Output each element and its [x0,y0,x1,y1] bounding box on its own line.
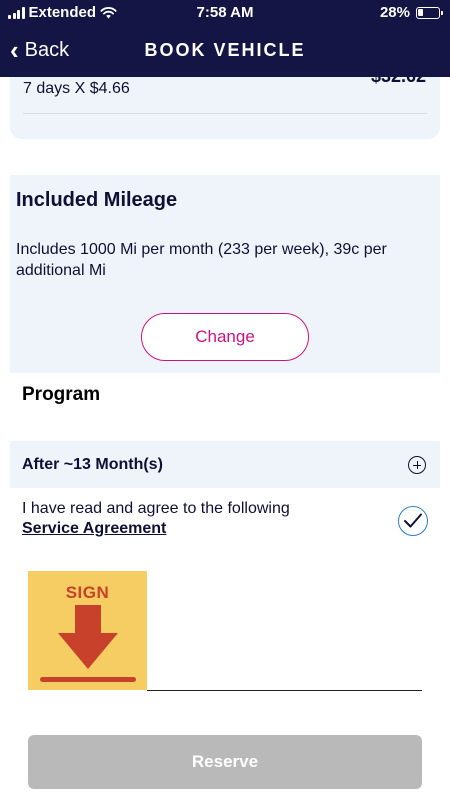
checkmark-icon [404,513,422,528]
mileage-description: Includes 1000 Mi per month (233 per week… [16,241,387,279]
plus-circle-icon[interactable] [408,456,426,474]
included-mileage-section: Included Mileage Includes 1000 Mi per mo… [10,175,440,373]
price-rate-line: 7 days X $4.66 [23,80,130,97]
arrow-down-icon [40,605,136,682]
agreement-text: I have read and agree to the following [22,500,290,517]
battery-icon [416,6,443,19]
service-agreement-link[interactable]: Service Agreement [22,520,166,538]
mileage-title: Included Mileage [16,189,178,211]
sign-here-icon: SIGN [28,571,147,690]
price-total: $32.62 [371,77,426,87]
program-option-row[interactable]: After ~13 Month(s) [10,441,440,488]
divider [23,113,427,114]
page-title: BOOK VEHICLE [144,40,306,60]
change-mileage-button[interactable]: Change [141,313,309,361]
battery-fill [418,8,423,16]
status-right: 28% [379,4,443,21]
price-summary-card: $32.62 7 days X $4.66 [10,77,440,139]
program-title: Program [22,384,101,405]
reserve-button[interactable]: Reserve [28,735,422,789]
battery-percent: 28% [379,4,410,21]
signature-area[interactable]: SIGN [28,571,422,692]
program-option-label: After ~13 Month(s) [22,455,163,473]
agreement-checkbox[interactable] [398,506,428,536]
signature-line [147,689,422,691]
app-header: Extended 7:58 AM 28% ‹ Back BOOK VEHICLE [0,0,450,77]
status-bar: Extended 7:58 AM 28% [0,0,450,26]
